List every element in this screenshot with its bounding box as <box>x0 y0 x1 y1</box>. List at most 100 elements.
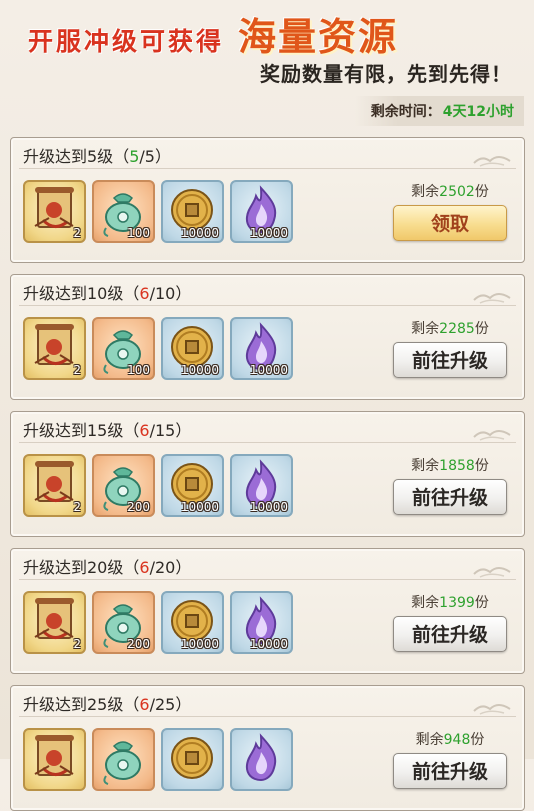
level-requirement: 升级达到5级 <box>23 147 114 166</box>
reward-item[interactable] <box>23 728 86 791</box>
progress-total: /20） <box>149 558 192 577</box>
reward-item[interactable]: 2 <box>23 454 86 517</box>
remaining-count: 1858 <box>439 458 475 474</box>
item-quantity: 10000 <box>249 363 288 377</box>
progress-current: 5 <box>129 147 140 166</box>
claim-area: 剩余2502份领取 <box>391 180 509 241</box>
divider <box>19 442 516 443</box>
remaining-count: 2285 <box>439 321 475 337</box>
divider <box>19 305 516 306</box>
level-requirement: 升级达到10级 <box>23 284 124 303</box>
remaining-stock: 剩余2285份 <box>391 318 509 338</box>
item-quantity: 10000 <box>249 226 288 240</box>
card-title: 升级达到5级（5/5） <box>23 143 171 167</box>
reward-item[interactable]: 2 <box>23 591 86 654</box>
reward-item[interactable]: 10000 <box>230 180 293 243</box>
card-title: 升级达到25级（6/25） <box>23 691 191 715</box>
claim-area: 剩余1399份前往升级 <box>391 591 509 652</box>
reward-card: 升级达到10级（6/10） 2 100 10000 10000 剩余2285份前往升级 <box>10 274 525 400</box>
reward-card: 升级达到15级（6/15） 2 200 10000 10000 剩余1858份 前往升级 <box>10 411 525 537</box>
reward-item[interactable]: 10000 <box>161 317 224 380</box>
reward-item[interactable]: 10000 <box>230 317 293 380</box>
item-quantity: 200 <box>127 500 150 514</box>
remaining-count: 2502 <box>439 184 475 200</box>
progress-current: 6 <box>139 284 150 303</box>
page-title-big: 海量资源 <box>238 14 399 59</box>
level-requirement: 升级达到25级 <box>23 695 124 714</box>
go-level-up-button[interactable]: 前往升级 <box>393 753 507 789</box>
cloud-ornament-icon <box>472 426 512 441</box>
progress-open: （ <box>123 558 140 577</box>
cloud-ornament-icon <box>472 563 512 578</box>
reward-item[interactable]: 10000 <box>230 454 293 517</box>
reward-item[interactable]: 200 <box>92 454 155 517</box>
claim-area: 剩余2285份前往升级 <box>391 317 509 378</box>
card-title: 升级达到20级（6/20） <box>23 554 191 578</box>
reward-item[interactable]: 2 <box>23 317 86 380</box>
cloud-ornament-icon <box>472 700 512 715</box>
reward-item[interactable] <box>161 728 224 791</box>
timer-value: 4天12小时 <box>442 104 514 120</box>
reward-card: 升级达到20级（6/20） 2 200 10000 10000 剩余1399份前往升级 <box>10 548 525 674</box>
claim-area: 剩余1858份前往升级 <box>391 454 509 515</box>
reward-item[interactable] <box>230 728 293 791</box>
claim-button[interactable]: 领取 <box>393 205 507 241</box>
reward-items: 2 200 10000 10000 <box>23 454 293 517</box>
item-quantity: 10000 <box>180 363 219 377</box>
remaining-label: 剩余 <box>411 595 440 611</box>
remaining-unit: 份 <box>470 732 485 748</box>
remaining-unit: 份 <box>474 595 489 611</box>
countdown-timer: 剩余时间： 4天12小时 <box>354 96 524 126</box>
cloud-ornament-icon <box>472 289 512 304</box>
reward-item[interactable]: 2 <box>23 180 86 243</box>
item-quantity: 10000 <box>249 637 288 651</box>
remaining-unit: 份 <box>474 458 489 474</box>
reward-item[interactable]: 10000 <box>161 180 224 243</box>
remaining-label: 剩余 <box>411 184 440 200</box>
progress-open: （ <box>113 147 130 166</box>
title-row: 开服冲级可获得 海量资源 <box>28 6 398 61</box>
item-quantity: 2 <box>73 500 81 514</box>
reward-items: 2 200 10000 10000 <box>23 591 293 654</box>
remaining-stock: 剩余948份 <box>391 729 509 749</box>
reward-item[interactable]: 10000 <box>161 591 224 654</box>
item-quantity: 100 <box>127 226 150 240</box>
remaining-count: 948 <box>443 732 471 748</box>
item-quantity: 10000 <box>180 500 219 514</box>
remaining-label: 剩余 <box>415 732 444 748</box>
remaining-stock: 剩余2502份 <box>391 181 509 201</box>
progress-open: （ <box>123 421 140 440</box>
remaining-label: 剩余 <box>411 321 440 337</box>
divider <box>19 579 516 580</box>
header: 开服冲级可获得 海量资源 奖励数量有限，先到先得！ 剩余时间： 4天12小时 <box>0 0 534 130</box>
progress-total: /5） <box>139 147 171 166</box>
reward-card: 升级达到5级（5/5） 2 100 10000 10000 剩余2502份领取 <box>10 137 525 263</box>
progress-total: /25） <box>149 695 192 714</box>
progress-open: （ <box>123 695 140 714</box>
timer-label: 剩余时间： <box>370 104 441 120</box>
reward-item[interactable] <box>92 728 155 791</box>
reward-item[interactable]: 100 <box>92 317 155 380</box>
item-quantity: 2 <box>73 637 81 651</box>
go-level-up-button[interactable]: 前往升级 <box>393 479 507 515</box>
go-level-up-button[interactable]: 前往升级 <box>393 616 507 652</box>
card-title: 升级达到10级（6/10） <box>23 280 191 304</box>
reward-item[interactable]: 10000 <box>230 591 293 654</box>
reward-item[interactable]: 100 <box>92 180 155 243</box>
progress-open: （ <box>123 284 140 303</box>
remaining-label: 剩余 <box>411 458 440 474</box>
item-quantity: 10000 <box>249 500 288 514</box>
reward-item[interactable]: 200 <box>92 591 155 654</box>
reward-card: 升级达到25级（6/25） 剩余948份前往升级 <box>10 685 525 811</box>
progress-current: 6 <box>139 421 150 440</box>
reward-item[interactable]: 10000 <box>161 454 224 517</box>
item-quantity: 100 <box>127 363 150 377</box>
item-quantity: 200 <box>127 637 150 651</box>
progress-total: /15） <box>149 421 192 440</box>
level-requirement: 升级达到20级 <box>23 558 124 577</box>
go-level-up-button[interactable]: 前往升级 <box>393 342 507 378</box>
item-quantity: 10000 <box>180 637 219 651</box>
remaining-unit: 份 <box>474 184 489 200</box>
divider <box>19 716 516 717</box>
remaining-count: 1399 <box>439 595 475 611</box>
